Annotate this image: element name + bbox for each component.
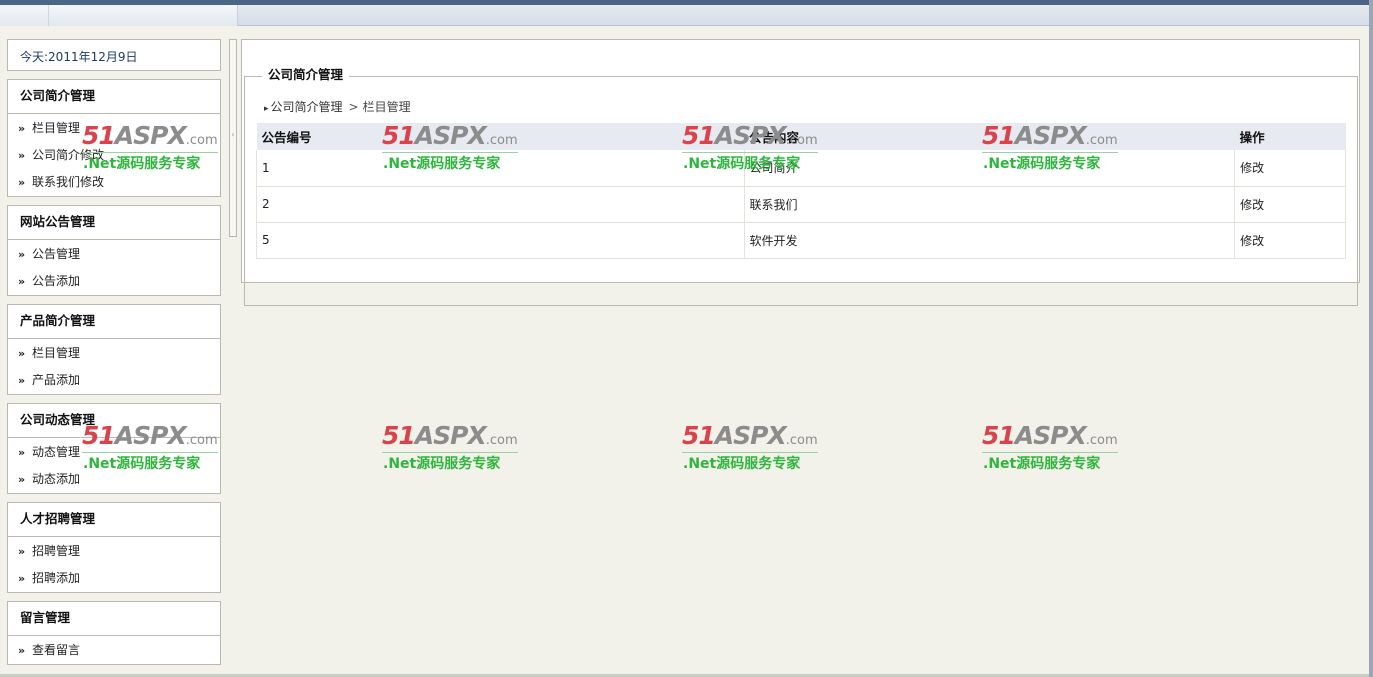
double-chevron-right-icon: » — [18, 347, 25, 360]
sidebar-group-title: 产品简介管理 — [8, 305, 220, 339]
sidebar-group-title: 人才招聘管理 — [8, 503, 220, 537]
breadcrumb-root[interactable]: 公司简介管理 — [271, 100, 343, 114]
top-tab-area — [0, 5, 238, 26]
sidebar-item[interactable]: » 公司简介修改 — [8, 146, 220, 173]
sidebar-item[interactable]: » 招聘添加 — [8, 569, 220, 596]
breadcrumb: ▸ 公司简介管理 > 栏目管理 — [264, 98, 411, 115]
cell-content: 联系我们 — [744, 186, 1236, 223]
sidebar-item[interactable]: » 公告添加 — [8, 272, 220, 299]
breadcrumb-current: 栏目管理 — [362, 100, 411, 114]
sidebar-item-label: 动态管理 — [32, 445, 81, 459]
collapse-arrow-icon: ‹ — [231, 130, 235, 139]
table-header-row: 公告编号 公告内容 操作 — [256, 123, 1346, 150]
double-chevron-right-icon: » — [18, 122, 25, 135]
sidebar-group-title: 公司动态管理 — [8, 404, 220, 438]
sidebar-group-title: 留言管理 — [8, 602, 220, 636]
watermark-brand-name: ASPX — [1014, 421, 1087, 450]
sidebar-item-label: 公司简介修改 — [32, 148, 105, 162]
sidebar-item[interactable]: » 招聘管理 — [8, 542, 220, 569]
edit-link[interactable]: 修改 — [1234, 222, 1346, 259]
double-chevron-right-icon: » — [18, 473, 25, 486]
sidebar-item[interactable]: » 查看留言 — [8, 641, 220, 668]
panel-title: 公司简介管理 — [262, 64, 350, 83]
watermark-brand-name: ASPX — [714, 421, 787, 450]
column-table: 公告编号 公告内容 操作 1 公司简介 修改 2 联系我们 修改 5 软件开发 修改 — [256, 123, 1346, 259]
breadcrumb-arrow-icon: ▸ — [264, 104, 269, 114]
sidebar-item-label: 栏目管理 — [32, 346, 81, 360]
double-chevron-right-icon: » — [18, 176, 25, 189]
double-chevron-right-icon: » — [18, 446, 25, 459]
table-row: 1 公司简介 修改 — [256, 150, 1346, 187]
watermark-tagline: .Net源码服务专家 — [983, 456, 1101, 472]
watermark-brand-suffix: .com — [485, 433, 518, 448]
sidebar-group: 留言管理 » 查看留言 — [7, 601, 221, 665]
sidebar-item-label: 联系我们修改 — [32, 175, 105, 189]
cell-content: 公司简介 — [744, 150, 1236, 187]
sidebar-item[interactable]: » 联系我们修改 — [8, 173, 220, 200]
sidebar-item-label: 产品添加 — [32, 373, 81, 387]
sidebar-item-label: 动态添加 — [32, 472, 81, 486]
cell-id: 5 — [256, 222, 745, 259]
watermark-tagline: .Net源码服务专家 — [683, 456, 801, 472]
watermark-brand-num: 51 — [382, 421, 416, 450]
double-chevron-right-icon: » — [18, 644, 25, 657]
sidebar-item-label: 招聘管理 — [32, 544, 81, 558]
cell-content: 软件开发 — [744, 222, 1236, 259]
double-chevron-right-icon: » — [18, 149, 25, 162]
watermark-brand-suffix: .com — [785, 433, 818, 448]
sidebar-group: 人才招聘管理 » 招聘管理 » 招聘添加 — [7, 502, 221, 593]
sidebar-item-label: 招聘添加 — [32, 571, 81, 585]
watermark-logo: 51ASPX.com .Net源码服务专家 — [682, 422, 822, 478]
sidebar-item[interactable]: » 栏目管理 — [8, 344, 220, 371]
edit-link[interactable]: 修改 — [1234, 186, 1346, 223]
watermark-brand-suffix: .com — [1085, 433, 1118, 448]
main-panel: 公司简介管理 ▸ 公司简介管理 > 栏目管理 公告编号 公告内容 操作 1 公司简介 修改… — [241, 39, 1360, 306]
sidebar-item-label: 栏目管理 — [32, 121, 81, 135]
double-chevron-right-icon: » — [18, 275, 25, 288]
watermark-brand: 51ASPX.com — [382, 422, 522, 455]
cell-id: 2 — [256, 186, 745, 223]
double-chevron-right-icon: » — [18, 374, 25, 387]
sidebar-group: 网站公告管理 » 公告管理 » 公告添加 — [7, 205, 221, 296]
watermark-tagline: .Net源码服务专家 — [383, 456, 501, 472]
sidebar-item-label: 公告管理 — [32, 247, 81, 261]
sidebar-group: 公司动态管理 » 动态管理 » 动态添加 — [7, 403, 221, 494]
sidebar-item[interactable]: » 动态添加 — [8, 470, 220, 497]
sidebar-group: 公司简介管理 » 栏目管理 » 公司简介修改 » 联系我们修改 — [7, 79, 221, 197]
sidebar-group: 产品简介管理 » 栏目管理 » 产品添加 — [7, 304, 221, 395]
double-chevron-right-icon: » — [18, 572, 25, 585]
sidebar-item-label: 公告添加 — [32, 274, 81, 288]
breadcrumb-separator: > — [348, 100, 359, 114]
today-date: 今天:2011年12月9日 — [7, 39, 221, 71]
watermark-brand-num: 51 — [682, 421, 716, 450]
sidebar-item[interactable]: » 栏目管理 — [8, 119, 220, 146]
watermark-brand: 51ASPX.com — [982, 422, 1122, 455]
sidebar-item[interactable]: » 公告管理 — [8, 245, 220, 272]
header-content: 公告内容 — [744, 123, 1235, 150]
top-banner — [0, 0, 1369, 26]
cell-id: 1 — [256, 150, 745, 187]
watermark-brand-name: ASPX — [414, 421, 487, 450]
double-chevron-right-icon: » — [18, 545, 25, 558]
watermark-logo: 51ASPX.com .Net源码服务专家 — [982, 422, 1122, 478]
double-chevron-right-icon: » — [18, 248, 25, 261]
header-id: 公告编号 — [256, 123, 745, 150]
right-scrollbar[interactable] — [1369, 0, 1373, 677]
sidebar-item[interactable]: » 产品添加 — [8, 371, 220, 398]
watermark-brand-num: 51 — [982, 421, 1016, 450]
header-action: 操作 — [1234, 123, 1346, 150]
table-row: 5 软件开发 修改 — [256, 222, 1346, 259]
watermark-brand: 51ASPX.com — [682, 422, 822, 455]
watermark-logo: 51ASPX.com .Net源码服务专家 — [382, 422, 522, 478]
sidebar-group-title: 网站公告管理 — [8, 206, 220, 240]
sidebar-item[interactable]: » 动态管理 — [8, 443, 220, 470]
table-row: 2 联系我们 修改 — [256, 186, 1346, 223]
sidebar-group-title: 公司简介管理 — [8, 80, 220, 114]
sidebar-item-label: 查看留言 — [32, 643, 81, 657]
sidebar-collapse-handle[interactable]: ‹ — [229, 39, 237, 237]
edit-link[interactable]: 修改 — [1234, 150, 1346, 187]
